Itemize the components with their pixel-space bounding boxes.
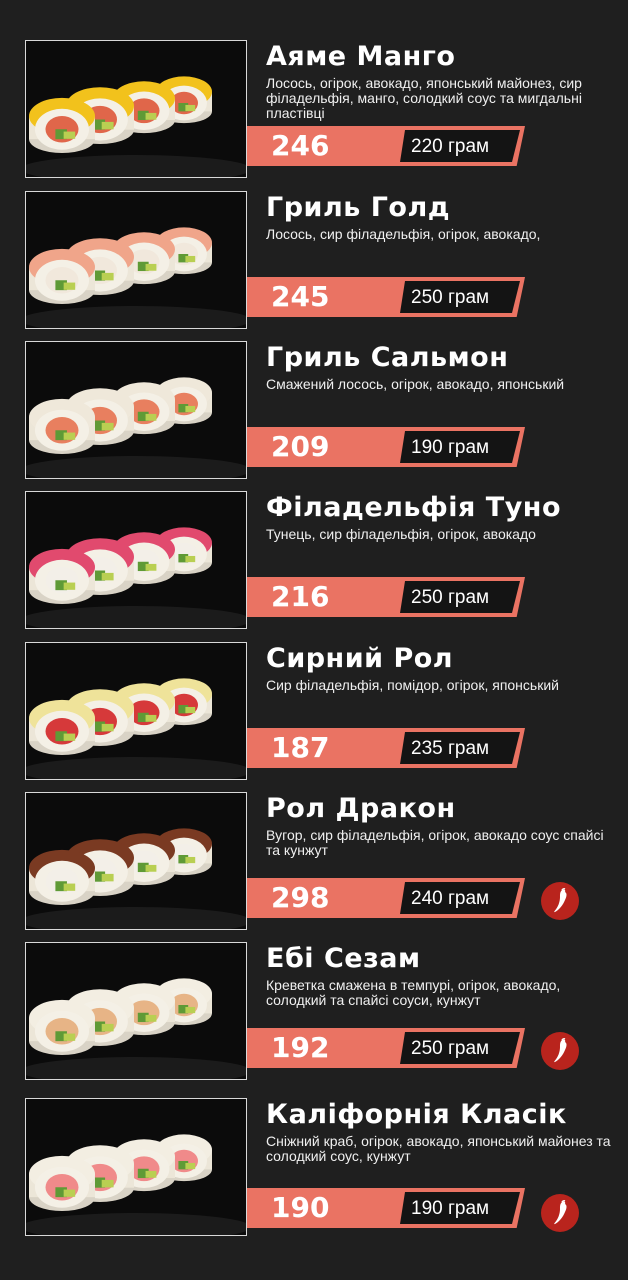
price-bar: 245 250 грам bbox=[247, 277, 525, 317]
menu-item[interactable]: Філадельфія Туно Тунець, сир філадельфія… bbox=[0, 491, 628, 631]
menu-item[interactable]: Сирний Рол Сир філадельфія, помідор, огі… bbox=[0, 642, 628, 782]
item-weight: 250 грам bbox=[411, 587, 490, 608]
item-price: 298 bbox=[271, 881, 330, 914]
item-weight: 250 грам bbox=[411, 287, 490, 308]
menu-item[interactable]: Гриль Голд Лосось, сир філадельфія, огір… bbox=[0, 191, 628, 331]
item-description: Вугор, сир філадельфія, огірок, авокадо … bbox=[266, 827, 604, 858]
price-bar: 187 235 грам bbox=[247, 728, 525, 768]
item-title: Ебі Сезам bbox=[266, 943, 421, 974]
menu-item[interactable]: Рол Дракон Вугор, сир філадельфія, огіро… bbox=[0, 792, 628, 932]
price-bar: 298 240 грам bbox=[247, 878, 525, 918]
item-price: 192 bbox=[271, 1031, 330, 1064]
item-weight: 220 грам bbox=[411, 136, 490, 157]
item-title: Гриль Сальмон bbox=[266, 342, 509, 373]
price-bar: 192 250 грам bbox=[247, 1028, 525, 1068]
item-title: Аяме Манго bbox=[266, 41, 456, 72]
sushi-roll-grilled-salmon-photo bbox=[25, 191, 247, 329]
price-bar: 190 190 грам bbox=[247, 1188, 525, 1228]
item-description: Креветка смажена в темпурі, огірок, авок… bbox=[266, 977, 561, 1008]
item-price: 190 bbox=[271, 1191, 330, 1224]
item-title: Каліфорнія Класік bbox=[266, 1099, 567, 1130]
item-description: Лосось, сир філадельфія, огірок, авокадо… bbox=[266, 226, 541, 242]
sushi-menu: Аяме Манго Лосось, огірок, авокадо, япон… bbox=[0, 0, 628, 1280]
price-bar: 246 220 грам bbox=[247, 126, 525, 166]
item-price: 246 bbox=[271, 129, 330, 162]
sushi-roll-salmon-sesame-photo bbox=[25, 341, 247, 479]
item-weight: 235 грам bbox=[411, 738, 490, 759]
item-weight: 240 грам bbox=[411, 888, 490, 909]
menu-item[interactable]: Гриль Сальмон Смажений лосось, огірок, а… bbox=[0, 341, 628, 481]
sushi-roll-tempura-shrimp-photo bbox=[25, 942, 247, 1080]
menu-item[interactable]: Ебі Сезам Креветка смажена в темпурі, ог… bbox=[0, 942, 628, 1082]
chili-pepper-icon bbox=[541, 1032, 579, 1070]
item-description: Смажений лосось, огірок, авокадо, японсь… bbox=[266, 376, 565, 392]
chili-pepper-icon bbox=[541, 1194, 579, 1232]
item-description: Сир філадельфія, помідор, огірок, японсь… bbox=[266, 677, 559, 693]
menu-item[interactable]: Аяме Манго Лосось, огірок, авокадо, япон… bbox=[0, 40, 628, 180]
item-price: 245 bbox=[271, 280, 330, 313]
item-price: 187 bbox=[271, 731, 330, 764]
sushi-roll-california-photo bbox=[25, 1098, 247, 1236]
item-title: Філадельфія Туно bbox=[266, 492, 561, 523]
item-title: Гриль Голд bbox=[266, 192, 451, 223]
price-bar: 209 190 грам bbox=[247, 427, 525, 467]
item-title: Сирний Рол bbox=[266, 643, 454, 674]
item-title: Рол Дракон bbox=[266, 793, 456, 824]
item-weight: 190 грам bbox=[411, 1198, 490, 1219]
menu-item[interactable]: Каліфорнія Класік Сніжний краб, огірок, … bbox=[0, 1098, 628, 1238]
item-description: Лосось, огірок, авокадо, японський майон… bbox=[266, 75, 582, 121]
item-price: 209 bbox=[271, 430, 330, 463]
sushi-roll-mango-photo bbox=[25, 40, 247, 178]
sushi-roll-cheese-photo bbox=[25, 642, 247, 780]
sushi-roll-dragon-photo bbox=[25, 792, 247, 930]
item-price: 216 bbox=[271, 580, 330, 613]
sushi-roll-tuna-photo bbox=[25, 491, 247, 629]
price-bar: 216 250 грам bbox=[247, 577, 525, 617]
chili-pepper-icon bbox=[541, 882, 579, 920]
item-description: Тунець, сир філадельфія, огірок, авокадо bbox=[266, 526, 536, 542]
item-description: Сніжний краб, огірок, авокадо, японський… bbox=[266, 1133, 611, 1164]
item-weight: 250 грам bbox=[411, 1038, 490, 1059]
item-weight: 190 грам bbox=[411, 437, 490, 458]
